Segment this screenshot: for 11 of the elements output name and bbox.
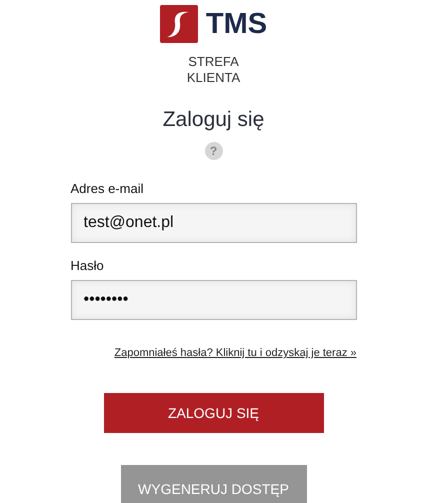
input-field[interactable]: ••••••••	[70, 280, 356, 320]
login-button[interactable]: ZALOGUJ SIĘ	[104, 393, 324, 433]
subtitle-text: KLIENTA	[186, 70, 240, 86]
page-title: Zaloguj się	[162, 108, 264, 132]
logo-icon	[160, 5, 198, 43]
field-label: Hasło	[70, 258, 105, 274]
input-field[interactable]: test@onet.pl	[70, 203, 356, 243]
subtitle-text: STREFA	[188, 54, 239, 70]
logo-text: TMS	[206, 8, 268, 40]
forgot-password-link[interactable]: Zapomniałeś hasła? Kliknij tu i odzyskaj je teraz »	[114, 347, 356, 359]
field-label: Adres e-mail	[70, 181, 144, 197]
